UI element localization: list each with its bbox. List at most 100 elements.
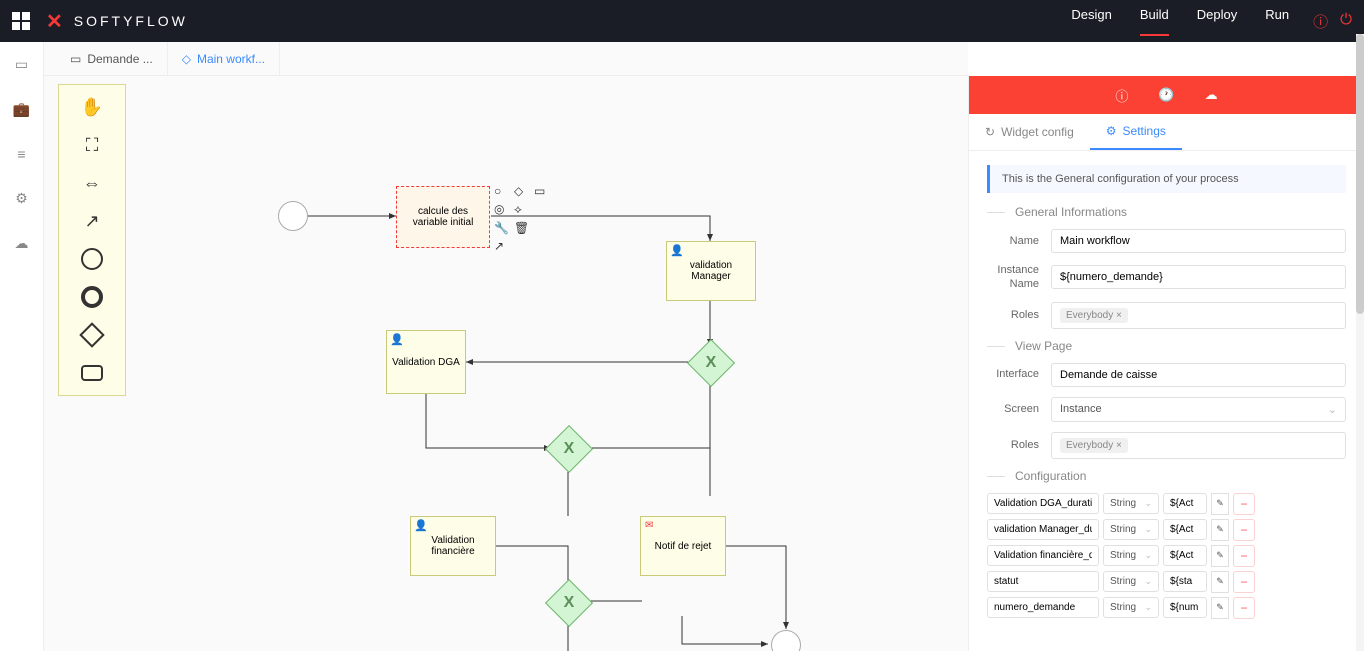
config-row: String⌄ ✎−: [987, 545, 1346, 567]
tab-demande[interactable]: ▭ Demande ...: [56, 42, 168, 75]
panel-body: This is the General configuration of you…: [969, 151, 1364, 651]
input-name[interactable]: [1051, 229, 1346, 253]
cfg-delete-button[interactable]: −: [1233, 519, 1255, 541]
gear-icon: ⚙: [1106, 124, 1117, 138]
cfg-value-input[interactable]: [1163, 571, 1207, 592]
panel-scrollbar[interactable]: [1356, 76, 1364, 651]
cfg-name-input[interactable]: [987, 571, 1099, 592]
input-interface[interactable]: [1051, 363, 1346, 387]
ctx-trash-icon[interactable]: 🗑: [514, 221, 530, 235]
task-notif-rejet[interactable]: ✉ Notif de rejet: [640, 516, 726, 576]
cfg-delete-button[interactable]: −: [1233, 545, 1255, 567]
ctx-wrench-icon[interactable]: 🔧: [494, 221, 510, 235]
input-instance[interactable]: [1051, 265, 1346, 289]
cfg-edit-button[interactable]: ✎: [1211, 571, 1229, 593]
nav-build[interactable]: Build: [1140, 7, 1169, 36]
app-header: ✕ SOFTYFLOW Design Build Deploy Run ⓘ ⏻: [0, 0, 1364, 42]
database-icon[interactable]: ≡: [17, 146, 25, 162]
input-roles-view[interactable]: Everybody ×: [1051, 432, 1346, 459]
scrollbar-thumb[interactable]: [1356, 76, 1364, 314]
task-label: Validation DGA: [392, 357, 460, 368]
ctx-end-icon[interactable]: ◎: [494, 202, 510, 217]
cfg-name-input[interactable]: [987, 493, 1099, 514]
user-icon: 👤: [414, 519, 428, 532]
briefcase-icon[interactable]: 💼: [13, 101, 30, 118]
main-area: ▭ Demande ... ◇ Main workf... ✋ ⛶ ⇔ ↗: [44, 42, 968, 651]
info-icon[interactable]: ⓘ: [1313, 11, 1328, 32]
code-icon[interactable]: ⚙: [15, 190, 28, 207]
editor-tabs: ▭ Demande ... ◇ Main workf...: [44, 42, 968, 76]
cfg-delete-button[interactable]: −: [1233, 571, 1255, 593]
nav-deploy[interactable]: Deploy: [1197, 7, 1237, 36]
task-label: Notif de rejet: [655, 541, 712, 552]
panel-tabs: ↻ Widget config ⚙ Settings: [969, 114, 1364, 151]
cfg-name-input[interactable]: [987, 545, 1099, 566]
tab-settings[interactable]: ⚙ Settings: [1090, 114, 1182, 150]
tab-widget-config[interactable]: ↻ Widget config: [969, 114, 1090, 150]
config-row: String⌄ ✎−: [987, 571, 1346, 593]
cfg-type-select[interactable]: String⌄: [1103, 597, 1159, 618]
info-message: This is the General configuration of you…: [987, 165, 1346, 193]
header-right-icons: ⓘ ⏻: [1313, 11, 1352, 32]
cfg-edit-button[interactable]: ✎: [1211, 493, 1229, 515]
bpmn-canvas[interactable]: calcule des variable initial ○ ◇ ▭ ◎ ⟡ 🔧…: [126, 76, 968, 651]
ctx-start-icon[interactable]: ○: [494, 184, 510, 198]
cfg-type-select[interactable]: String⌄: [1103, 545, 1159, 566]
connect-tool[interactable]: ↗: [80, 209, 104, 233]
user-icon: 👤: [390, 333, 404, 346]
nav-design[interactable]: Design: [1071, 7, 1111, 36]
config-row: String⌄ ✎−: [987, 597, 1346, 619]
gateway-tool[interactable]: [80, 323, 104, 347]
cfg-delete-button[interactable]: −: [1233, 597, 1255, 619]
refresh-icon: ↻: [985, 125, 995, 139]
cfg-type-select[interactable]: String⌄: [1103, 571, 1159, 592]
ctx-annotation-icon[interactable]: ⟡: [514, 202, 530, 217]
space-tool[interactable]: ⇔: [80, 171, 104, 195]
task-tool[interactable]: [80, 361, 104, 385]
end-event-tool[interactable]: [80, 285, 104, 309]
inbox-icon[interactable]: ☁: [15, 235, 29, 252]
crop-icon[interactable]: ▭: [15, 56, 28, 73]
start-event[interactable]: [278, 201, 308, 231]
panel-cloud-icon[interactable]: ☁: [1205, 87, 1218, 103]
config-row: String⌄ ✎−: [987, 493, 1346, 515]
input-roles[interactable]: Everybody ×: [1051, 302, 1346, 329]
task-validation-financiere[interactable]: 👤 Validation financière: [410, 516, 496, 576]
hand-tool[interactable]: ✋: [80, 95, 104, 119]
mail-icon: ✉: [645, 520, 653, 531]
section-viewpage: View Page: [987, 339, 1346, 353]
cfg-edit-button[interactable]: ✎: [1211, 545, 1229, 567]
cfg-type-select[interactable]: String⌄: [1103, 519, 1159, 540]
cfg-type-select[interactable]: String⌄: [1103, 493, 1159, 514]
panel-info-icon[interactable]: ⓘ: [1115, 86, 1128, 105]
cfg-name-input[interactable]: [987, 519, 1099, 540]
panel-history-icon[interactable]: 🕐: [1158, 87, 1174, 103]
apps-grid-icon[interactable]: [12, 12, 30, 30]
ctx-gateway-icon[interactable]: ◇: [514, 184, 530, 198]
cfg-value-input[interactable]: [1163, 597, 1207, 618]
lasso-tool[interactable]: ⛶: [80, 133, 104, 157]
nav-run[interactable]: Run: [1265, 7, 1289, 36]
ctx-task-icon[interactable]: ▭: [534, 184, 550, 198]
start-event-tool[interactable]: [80, 247, 104, 271]
cfg-value-input[interactable]: [1163, 493, 1207, 514]
task-validation-dga[interactable]: 👤 Validation DGA: [386, 330, 466, 394]
task-label: calcule des variable initial: [401, 206, 485, 228]
brand-logo: ✕ SOFTYFLOW: [46, 9, 188, 34]
cfg-edit-button[interactable]: ✎: [1211, 519, 1229, 541]
cfg-value-input[interactable]: [1163, 545, 1207, 566]
cfg-value-input[interactable]: [1163, 519, 1207, 540]
config-table: String⌄✎−String⌄✎−String⌄✎−String⌄✎−Stri…: [987, 493, 1346, 619]
cfg-name-input[interactable]: [987, 597, 1099, 618]
ctx-connect-icon[interactable]: ↗: [494, 239, 510, 253]
task-validation-manager[interactable]: 👤 validation Manager: [666, 241, 756, 301]
task-calcule-initial[interactable]: calcule des variable initial: [396, 186, 490, 248]
bpmn-palette: ✋ ⛶ ⇔ ↗: [58, 84, 126, 396]
power-icon[interactable]: ⏻: [1340, 11, 1352, 32]
tab-main-workflow[interactable]: ◇ Main workf...: [168, 42, 280, 75]
select-screen[interactable]: Instance ⌄: [1051, 397, 1346, 422]
task-label: Validation financière: [415, 535, 491, 557]
cfg-delete-button[interactable]: −: [1233, 493, 1255, 515]
label-roles2: Roles: [987, 438, 1051, 452]
cfg-edit-button[interactable]: ✎: [1211, 597, 1229, 619]
